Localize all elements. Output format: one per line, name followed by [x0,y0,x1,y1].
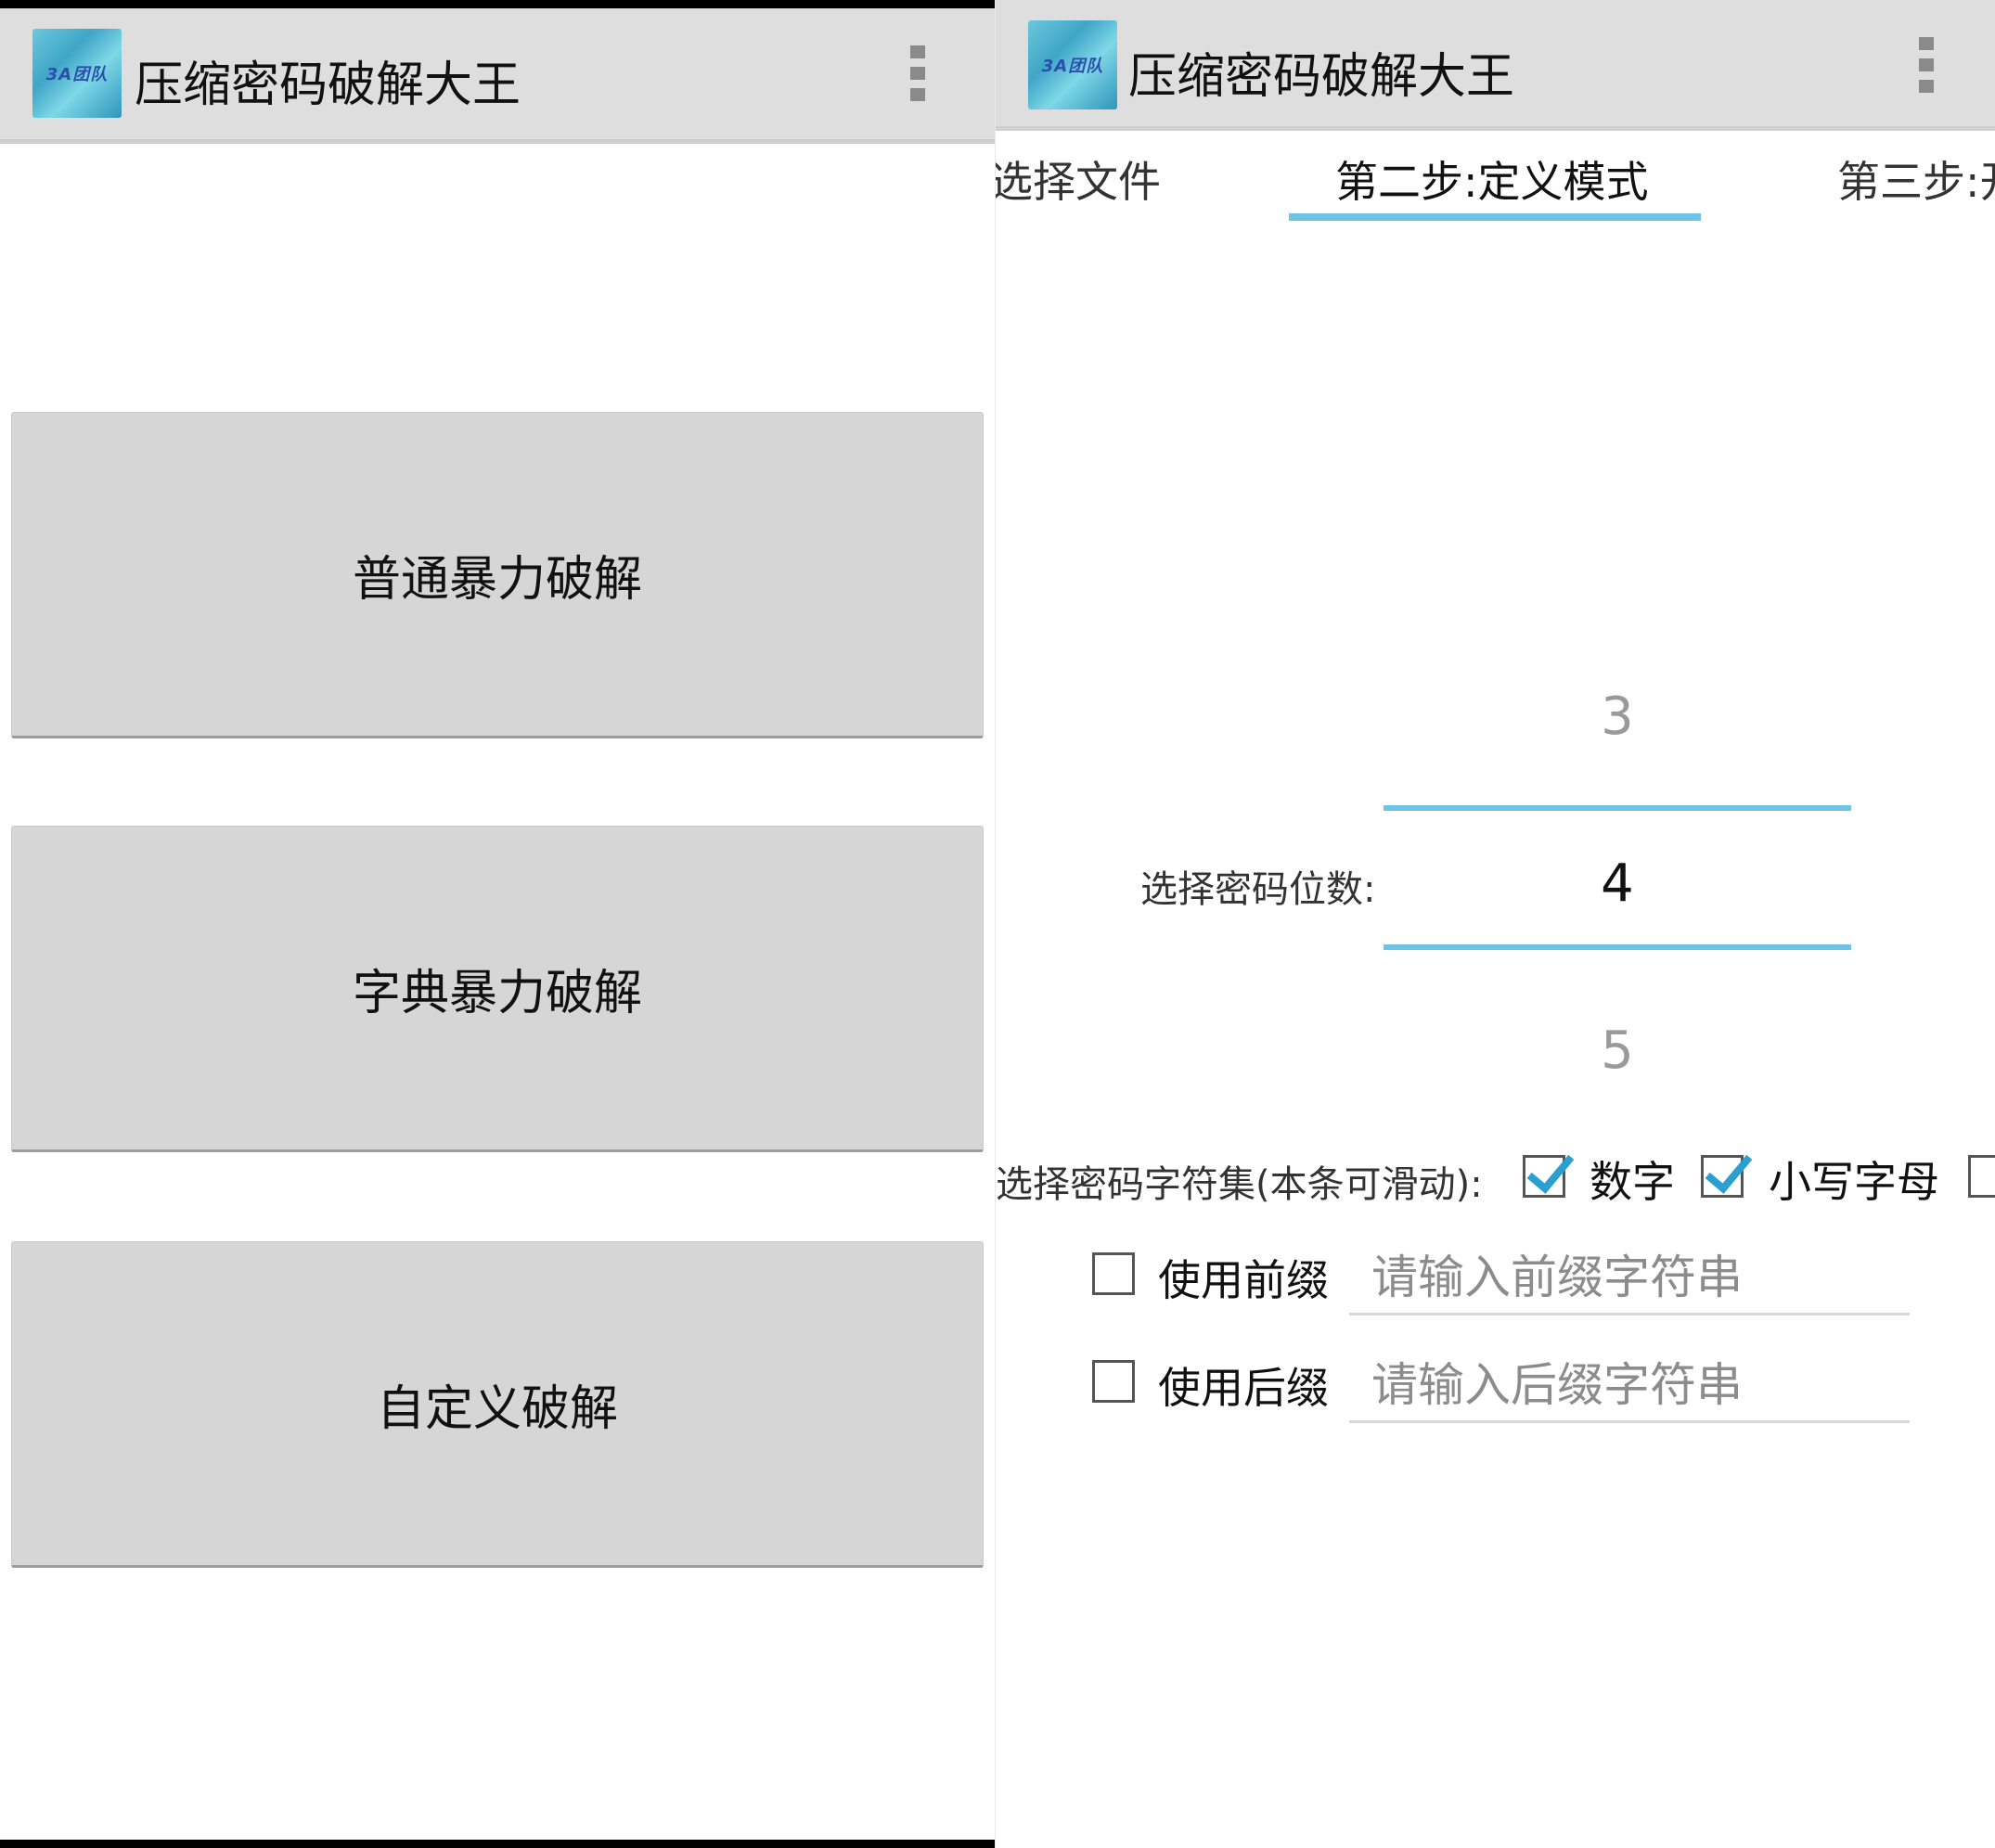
password-length-picker[interactable]: 3 4 5 [1384,677,1851,1081]
suffix-input[interactable] [1349,1349,1910,1423]
app-title: 压缩密码破解大王 [135,58,521,113]
picker-current-value[interactable]: 4 [1384,853,1851,914]
tab-select-file[interactable]: 选择文件 [996,148,1161,210]
logo-text: 3A团队 [1041,57,1104,76]
picker-divider-top [1384,805,1851,811]
tab-step-three[interactable]: 第三步:开 [1837,148,1995,210]
overflow-menu-icon[interactable] [1919,37,1934,101]
lowercase-label[interactable]: 小写字母 [1769,1149,1939,1210]
normal-bruteforce-button[interactable]: 普通暴力破解 [11,412,984,738]
picker-next-value[interactable]: 5 [1384,1020,1851,1081]
top-black-bar [0,0,995,8]
logo-text: 3A团队 [45,65,109,84]
app-title: 压缩密码破解大王 [1128,49,1515,105]
bottom-black-bar [0,1840,995,1848]
app-logo-icon: 3A团队 [1028,20,1117,109]
uppercase-checkbox[interactable] [1968,1155,1995,1198]
use-prefix-checkbox[interactable] [1092,1252,1135,1295]
tab-define-mode[interactable]: 第二步:定义模式 [1335,148,1649,210]
action-bar-left: 3A团队 压缩密码破解大王 [0,8,995,144]
picker-prev-value[interactable]: 3 [1384,687,1851,747]
picker-divider-bottom [1384,944,1851,950]
password-length-label: 选择密码位数: [1140,868,1376,911]
digits-checkbox[interactable] [1523,1155,1565,1198]
use-prefix-label[interactable]: 使用前缀 [1158,1247,1329,1308]
lowercase-checkbox[interactable] [1701,1155,1744,1198]
overflow-menu-icon[interactable] [910,45,925,109]
tab-selected-indicator [1289,213,1701,221]
charset-label: 选择密码字符集(本条可滑动): [996,1163,1483,1206]
digits-label[interactable]: 数字 [1590,1149,1675,1210]
app-logo-icon: 3A团队 [32,29,122,118]
action-bar-right: 3A团队 压缩密码破解大王 [996,0,1995,131]
custom-crack-button[interactable]: 自定义破解 [11,1241,984,1568]
right-screen: 3A团队 压缩密码破解大王 选择文件 第二步:定义模式 第三步:开 选择密码位数… [995,0,1995,1848]
use-suffix-checkbox[interactable] [1092,1360,1135,1403]
use-suffix-label[interactable]: 使用后缀 [1158,1354,1329,1416]
prefix-input[interactable] [1349,1241,1910,1315]
dictionary-bruteforce-button[interactable]: 字典暴力破解 [11,826,984,1152]
